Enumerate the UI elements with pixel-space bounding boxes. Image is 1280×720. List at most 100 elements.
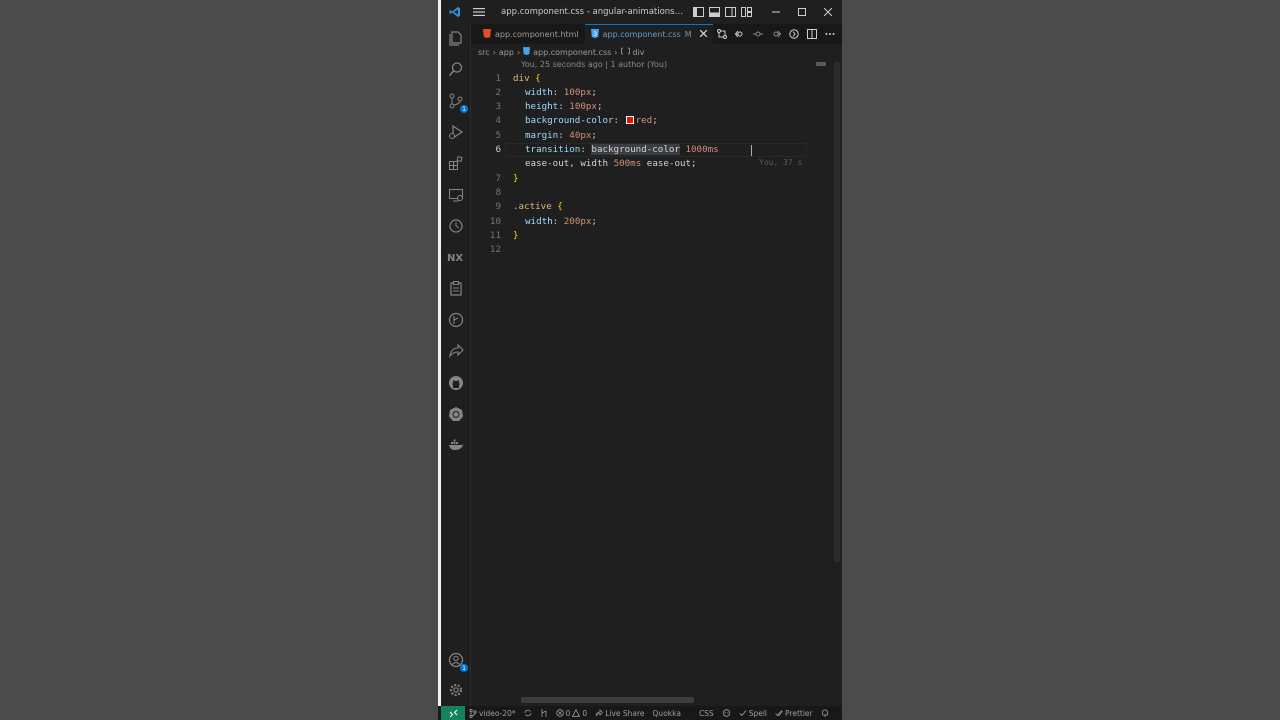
branch-status[interactable]: video-20* xyxy=(465,708,520,718)
html-file-icon xyxy=(483,28,491,40)
search-icon[interactable] xyxy=(447,60,465,78)
docker-icon[interactable] xyxy=(447,436,465,454)
property: background-color xyxy=(525,115,614,127)
modified-indicator: M xyxy=(684,29,692,39)
breadcrumb: src › app › app.component.css › div xyxy=(478,45,645,59)
branch-icon xyxy=(469,708,477,718)
notifications-button[interactable] xyxy=(817,709,833,717)
code-line-current[interactable]: 6 transition: background-color 1000ms xyxy=(471,143,831,157)
code-line[interactable]: 5 margin: 40px; xyxy=(471,128,831,142)
breadcrumb-symbol[interactable]: div xyxy=(633,48,645,57)
github-icon[interactable] xyxy=(447,374,465,392)
settings-gear-icon[interactable] xyxy=(447,681,465,699)
value: ease-out xyxy=(646,158,692,170)
git-graph-status[interactable] xyxy=(536,709,552,717)
line-content: margin: 40px; xyxy=(525,130,597,141)
open-changes-icon[interactable] xyxy=(714,26,730,42)
semicolon: ; xyxy=(596,101,603,113)
window-title: app.component.css - angular-animations -… xyxy=(501,7,684,17)
code-line[interactable]: 9 .active { xyxy=(471,200,831,214)
explorer-icon[interactable] xyxy=(447,29,465,47)
customize-layout-icon[interactable] xyxy=(738,4,754,20)
line-number: 4 xyxy=(495,115,501,127)
vertical-scrollbar[interactable] xyxy=(834,62,840,562)
previous-change-icon[interactable] xyxy=(732,26,748,42)
code-line[interactable]: 10 width: 200px; xyxy=(471,214,831,228)
semicolon: ; xyxy=(691,158,697,170)
live-share-status[interactable]: Live Share xyxy=(591,709,648,718)
accounts-icon[interactable]: 1 xyxy=(447,651,468,672)
remote-icon xyxy=(449,709,457,717)
maximize-icon[interactable] xyxy=(794,4,810,20)
nx-console-icon[interactable]: NX xyxy=(447,248,465,266)
color-swatch[interactable] xyxy=(625,116,634,125)
close-window-icon[interactable] xyxy=(820,4,836,20)
line-number: 7 xyxy=(495,172,501,184)
code-line[interactable]: 11 } xyxy=(471,228,831,242)
line-number: 9 xyxy=(495,201,501,213)
title-bar: app.component.css - angular-animations -… xyxy=(441,0,842,24)
line-content: width: 100px; xyxy=(525,87,597,98)
value: 200px xyxy=(563,215,592,227)
brace: { xyxy=(529,72,541,84)
toggle-sidebar-icon[interactable] xyxy=(690,4,706,20)
extensions-icon[interactable] xyxy=(447,154,465,172)
tab-app-component-html[interactable]: app.component.html xyxy=(471,24,585,44)
codelens-blame[interactable]: You, 25 seconds ago | 1 author (You) xyxy=(521,60,667,69)
value: 100px xyxy=(569,101,597,113)
code-line[interactable]: 3 height: 100px; xyxy=(471,100,831,114)
value: 500ms xyxy=(613,158,642,170)
git-graph-icon[interactable] xyxy=(447,311,465,329)
sync-button[interactable] xyxy=(520,709,536,717)
code-line[interactable]: 8 xyxy=(471,185,831,199)
horizontal-scrollbar[interactable] xyxy=(521,697,694,703)
breadcrumb-file[interactable]: app.component.css xyxy=(533,48,611,57)
next-change-icon[interactable] xyxy=(768,26,784,42)
run-debug-icon[interactable] xyxy=(447,123,465,141)
spell-status[interactable]: Spell xyxy=(735,709,771,718)
line-number: 2 xyxy=(495,86,501,98)
code-line[interactable]: 4 background-color: red; xyxy=(471,114,831,128)
line-content: height: 100px; xyxy=(525,101,603,112)
selector: div xyxy=(513,72,530,84)
kubernetes-icon[interactable] xyxy=(447,405,465,423)
code-line[interactable]: 7 } xyxy=(471,171,831,185)
property: width xyxy=(525,86,553,98)
toggle-secondary-sidebar-icon[interactable] xyxy=(722,4,738,20)
live-share-icon[interactable] xyxy=(447,342,465,360)
feedback-status[interactable] xyxy=(718,709,735,717)
quokka-status[interactable]: Quokka xyxy=(649,709,685,718)
remote-indicator[interactable] xyxy=(441,706,465,720)
minimize-icon[interactable] xyxy=(768,4,784,20)
selector: .active xyxy=(513,201,552,213)
editor-tabs: app.component.html 3 app.component.css M xyxy=(471,24,842,44)
problems-status[interactable]: 0 0 xyxy=(552,709,592,718)
code-line[interactable]: 12 xyxy=(471,243,831,257)
breadcrumb-src[interactable]: src xyxy=(478,48,490,57)
close-tab-icon[interactable] xyxy=(699,29,708,39)
toggle-panel-icon[interactable] xyxy=(706,4,722,20)
code-line[interactable]: 2 width: 100px; xyxy=(471,85,831,99)
css-file-icon: 3 xyxy=(590,28,599,40)
commit-icon[interactable] xyxy=(750,26,766,42)
clipboard-icon[interactable] xyxy=(447,279,465,297)
remote-explorer-icon[interactable] xyxy=(447,186,465,204)
menu-icon[interactable] xyxy=(471,4,487,20)
language-mode[interactable]: CSS xyxy=(695,709,718,718)
line-content: div { xyxy=(513,73,541,84)
tab-label: app.component.css xyxy=(602,29,681,39)
source-control-icon[interactable]: 1 xyxy=(447,92,468,113)
split-editor-icon[interactable] xyxy=(804,26,820,42)
timeline-icon[interactable] xyxy=(447,217,465,235)
quokka-run-icon[interactable] xyxy=(786,26,802,42)
line-number: 1 xyxy=(495,72,501,84)
tab-app-component-css[interactable]: 3 app.component.css M xyxy=(584,24,713,44)
vscode-logo-icon xyxy=(447,4,463,20)
prettier-status[interactable]: Prettier xyxy=(771,709,817,718)
more-actions-icon[interactable] xyxy=(822,26,838,42)
code-line[interactable]: 1 div { xyxy=(471,71,831,85)
minimap[interactable] xyxy=(816,62,826,66)
editor-actions xyxy=(714,24,842,44)
prettier-label: Prettier xyxy=(785,708,813,718)
breadcrumb-app[interactable]: app xyxy=(499,48,514,57)
